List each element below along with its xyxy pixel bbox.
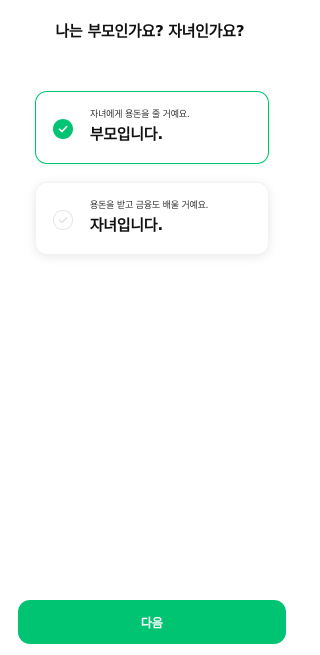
option-card-text: 자녀에게 용돈을 줄 거예요. 부모입니다.: [90, 109, 258, 144]
next-button[interactable]: 다음: [18, 600, 286, 644]
option-label: 자녀입니다.: [90, 216, 163, 234]
option-card-child[interactable]: 용돈을 받고 금융도 배울 거예요. 자녀입니다.: [35, 182, 269, 255]
option-card-text: 용돈을 받고 금융도 배울 거예요. 자녀입니다.: [90, 200, 258, 235]
option-description: 자녀에게 용돈을 줄 거예요.: [90, 110, 190, 120]
check-circle-outline-icon: [53, 210, 73, 230]
role-select-screen: 나는 부모인가요? 자녀인가요? 자녀에게 용돈을 줄 거예요. 부모입니다. …: [0, 0, 300, 655]
page-title: 나는 부모인가요? 자녀인가요?: [55, 22, 245, 40]
option-card-parent[interactable]: 자녀에게 용돈을 줄 거예요. 부모입니다.: [35, 91, 269, 164]
option-description: 용돈을 받고 금융도 배울 거예요.: [90, 201, 209, 211]
option-label: 부모입니다.: [90, 125, 163, 143]
check-circle-filled-icon: [53, 119, 73, 139]
